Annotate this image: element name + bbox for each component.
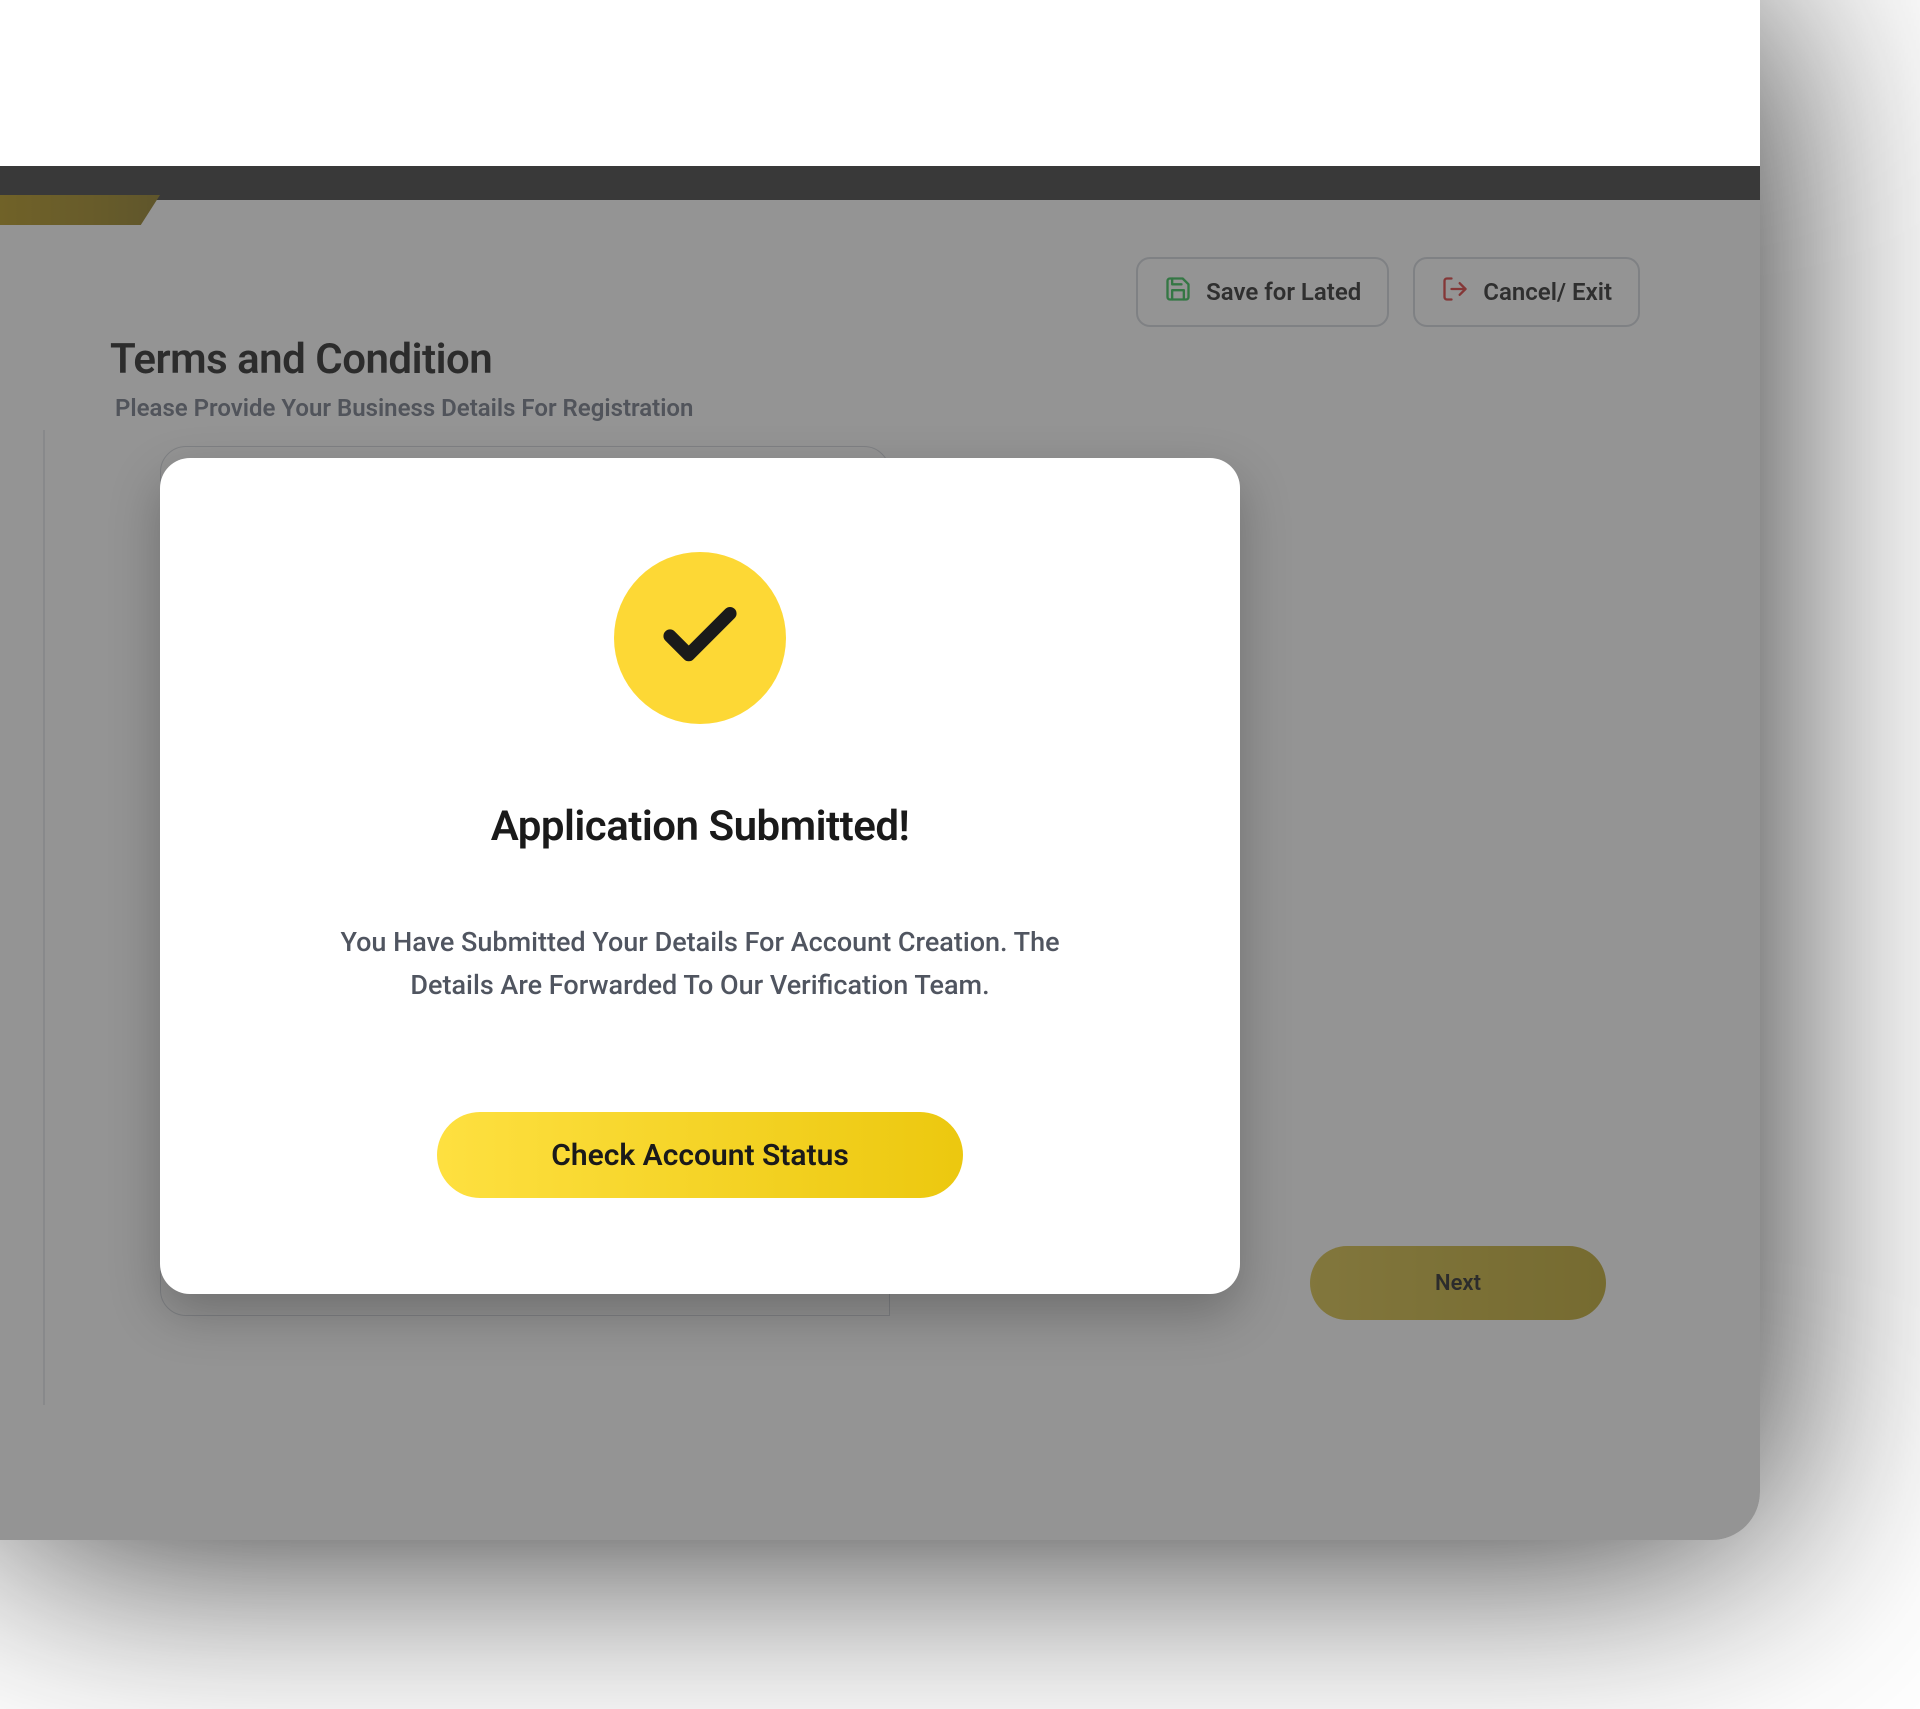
check-circle	[614, 552, 786, 724]
confirmation-modal: Application Submitted! You Have Submitte…	[160, 458, 1240, 1294]
modal-description-line2: Details Are Forwarded To Our Verificatio…	[410, 969, 989, 1001]
page-container: Save for Lated Cancel/ Exit Terms and Co…	[0, 0, 1760, 1540]
modal-description: You Have Submitted Your Details For Acco…	[340, 921, 1059, 1007]
check-icon	[652, 591, 748, 685]
check-status-button[interactable]: Check Account Status	[437, 1112, 963, 1198]
modal-title: Application Submitted!	[491, 802, 910, 851]
modal-description-line1: You Have Submitted Your Details For Acco…	[340, 926, 1059, 958]
